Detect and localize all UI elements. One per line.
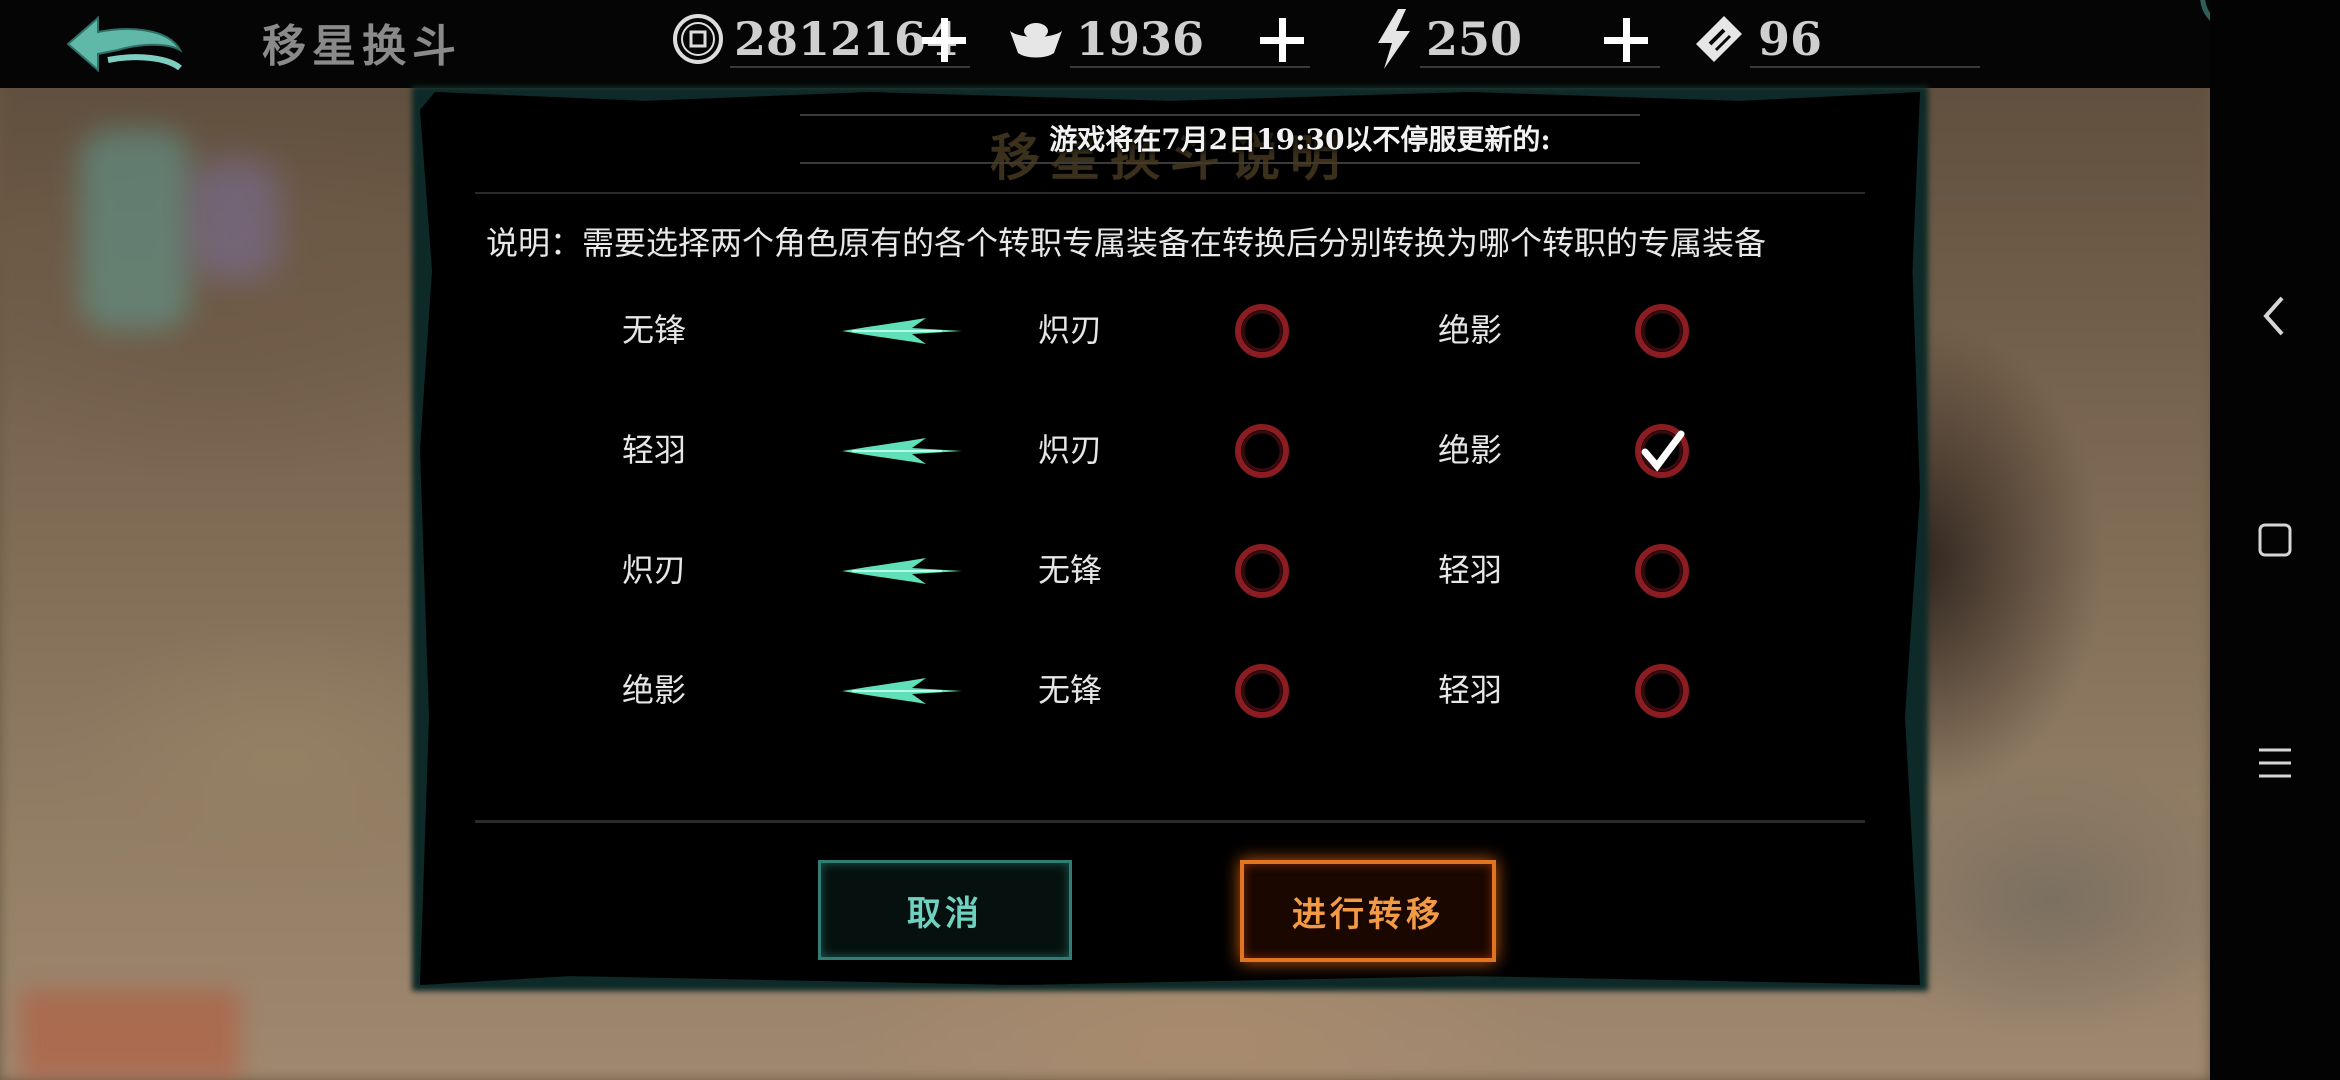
add-silver-button[interactable] — [1260, 18, 1304, 62]
radio-icon[interactable] — [1233, 422, 1291, 480]
target-class-label: 炽刃 — [1038, 431, 1103, 469]
target-class-label: 无锋 — [1038, 551, 1103, 589]
top-bar: 移星换斗 2812164 1936 250 96 — [0, 0, 2210, 88]
target-class-label: 炽刃 — [1038, 311, 1103, 349]
energy-value: 250 — [1426, 12, 1523, 66]
radio-icon[interactable] — [1233, 542, 1291, 600]
resource-energy: 250 — [1372, 8, 1522, 70]
target-class-label: 轻羽 — [1438, 551, 1503, 589]
divider — [1750, 66, 1980, 68]
update-notice: 游戏将在7月2日19:30以不停服更新的: — [1049, 123, 1551, 156]
target-class-label: 轻羽 — [1438, 671, 1503, 709]
source-class-label: 炽刃 — [622, 551, 687, 589]
radio-icon[interactable] — [1633, 542, 1691, 600]
arrow-right-icon — [842, 434, 962, 468]
lightning-energy-icon — [1378, 9, 1410, 69]
back-arrow-icon[interactable] — [58, 10, 188, 80]
divider — [475, 192, 1865, 194]
confirm-transfer-button[interactable]: 进行转移 — [1240, 860, 1496, 962]
radio-icon[interactable] — [1633, 302, 1691, 360]
cancel-button[interactable]: 取消 — [818, 860, 1072, 960]
source-class-label: 轻羽 — [622, 431, 687, 469]
divider — [1070, 66, 1310, 68]
target-class-label: 无锋 — [1038, 671, 1103, 709]
mapping-row: 炽刃 无锋 轻羽 — [0, 540, 2340, 620]
background-blur-shape — [20, 990, 240, 1080]
radio-icon[interactable] — [1233, 302, 1291, 360]
resource-tickets: 96 — [1690, 8, 1822, 70]
tickets-value: 96 — [1758, 12, 1823, 66]
arrow-right-icon — [842, 314, 962, 348]
target-class-label: 绝影 — [1438, 431, 1503, 469]
silver-ingot-icon — [1010, 23, 1062, 58]
divider — [1420, 66, 1660, 68]
arrow-right-icon — [842, 554, 962, 588]
mapping-row: 绝影 无锋 轻羽 — [0, 660, 2340, 740]
resource-silver: 1936 — [1006, 8, 1204, 70]
source-class-label: 无锋 — [622, 311, 687, 349]
resource-coins: 2812164 — [672, 8, 958, 70]
page-title: 移星换斗 — [262, 21, 462, 72]
target-class-label: 绝影 — [1438, 311, 1503, 349]
radio-icon[interactable] — [1233, 662, 1291, 720]
source-class-label: 绝影 — [622, 671, 687, 709]
dialog-description: 说明：需要选择两个角色原有的各个转职专属装备在转换后分别转换为哪个转职的专属装备 — [486, 224, 1767, 262]
divider — [475, 820, 1865, 823]
silver-value: 1936 — [1076, 12, 1205, 66]
radio-icon[interactable] — [1633, 662, 1691, 720]
divider — [730, 66, 970, 68]
divider — [800, 114, 1640, 116]
arrow-right-icon — [842, 674, 962, 708]
mapping-row: 轻羽 炽刃 绝影 — [0, 420, 2340, 500]
radio-checked-icon[interactable] — [1633, 422, 1691, 480]
ticket-icon — [1696, 16, 1742, 62]
add-energy-button[interactable] — [1604, 18, 1648, 62]
add-coins-button[interactable] — [922, 18, 966, 62]
mapping-row: 无锋 炽刃 绝影 — [0, 300, 2340, 380]
copper-coin-icon — [673, 14, 723, 64]
nav-menu-icon[interactable] — [2210, 746, 2340, 780]
